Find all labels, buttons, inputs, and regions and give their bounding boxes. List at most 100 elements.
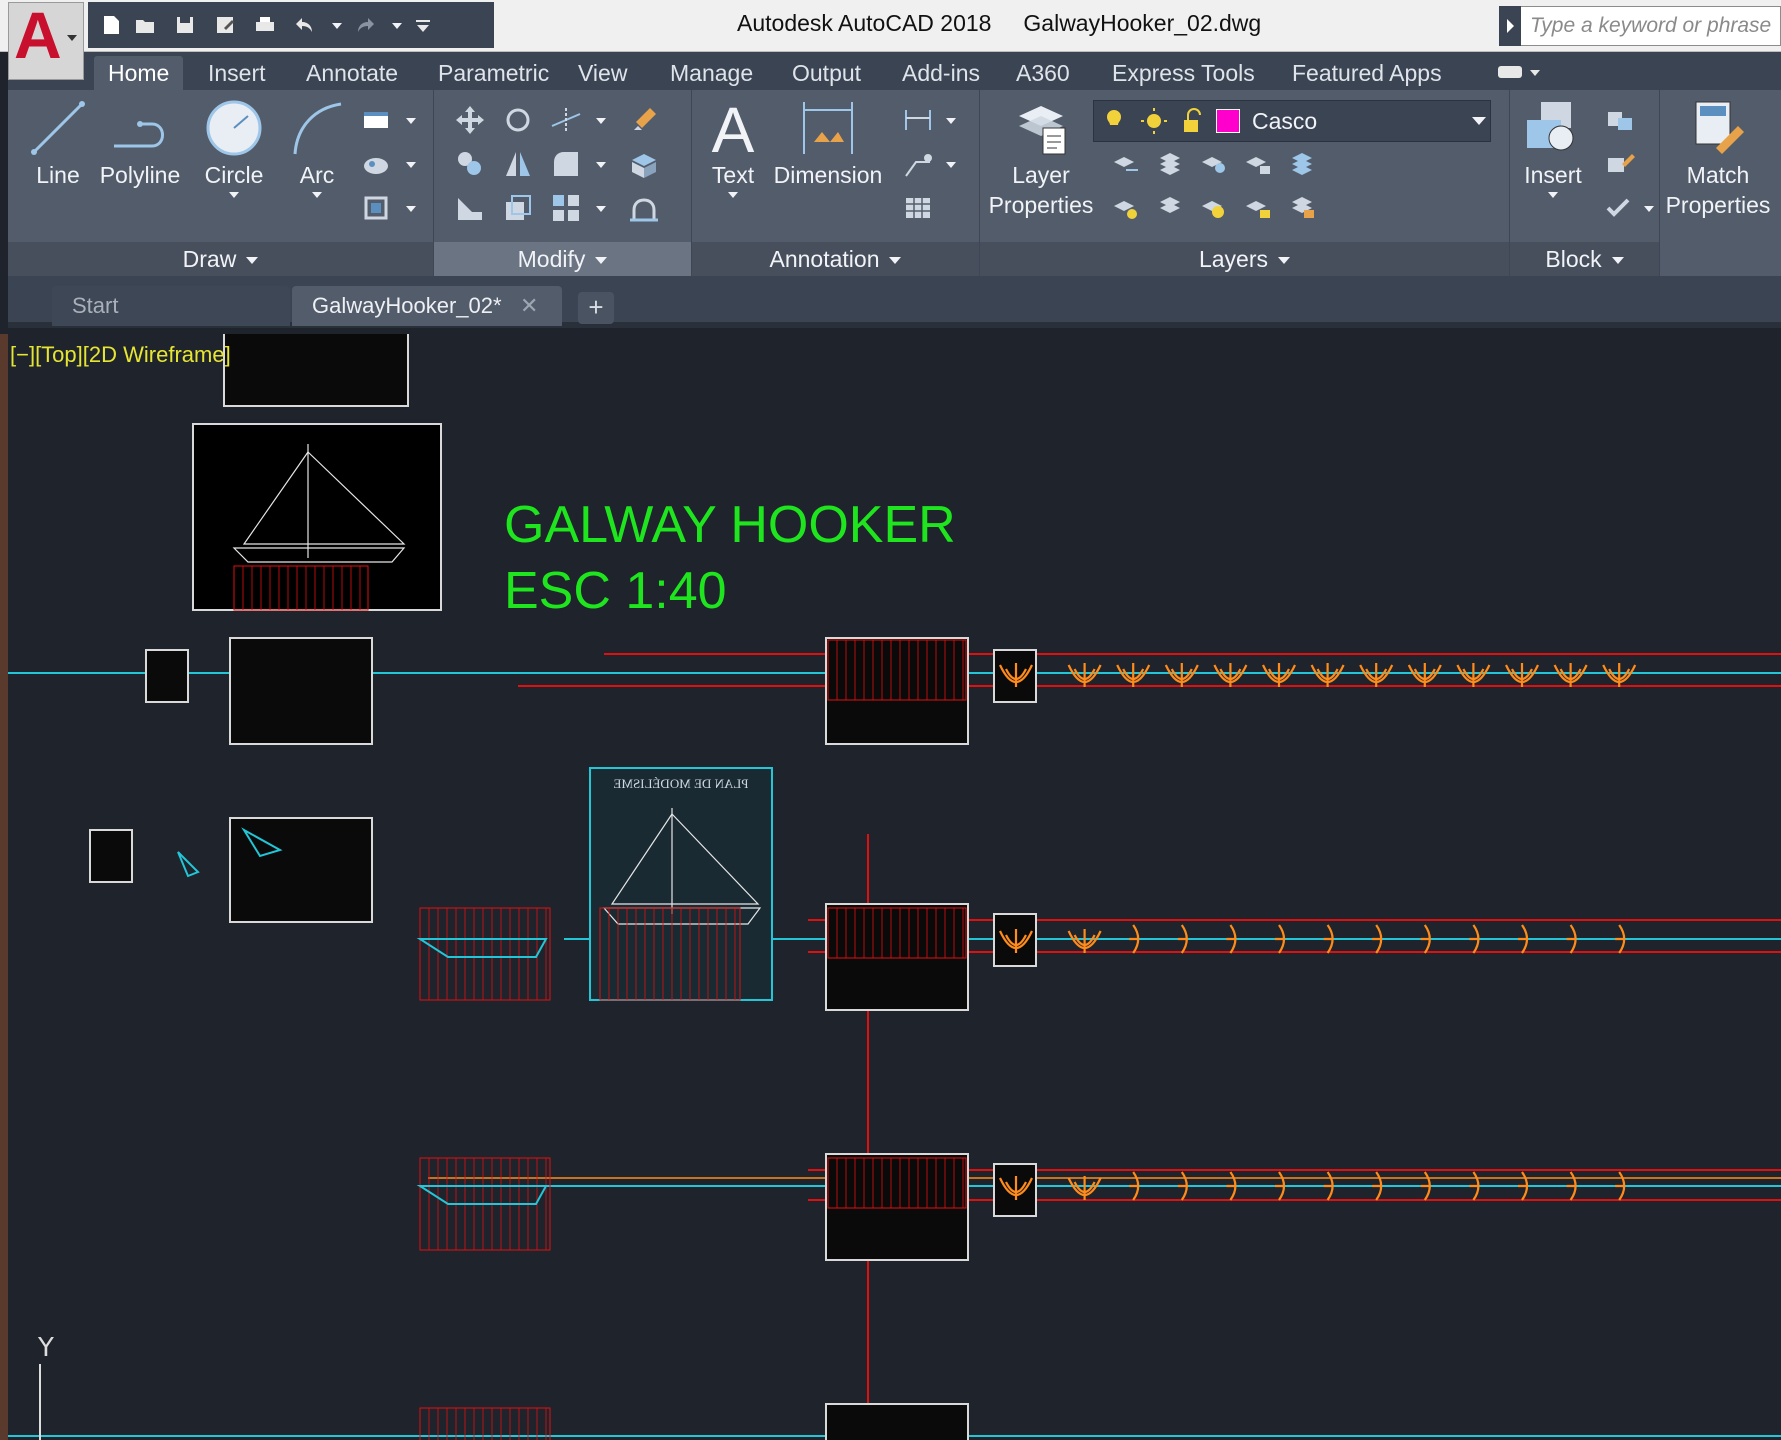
tab-featured-apps[interactable]: Featured Apps <box>1278 56 1456 90</box>
tab-add-ins[interactable]: Add-ins <box>888 56 994 90</box>
chevron-down-icon <box>889 257 902 265</box>
tab-annotate[interactable]: Annotate <box>292 56 412 90</box>
layer-walk-icon[interactable] <box>1286 192 1318 224</box>
new-tab-button[interactable]: + <box>578 292 614 324</box>
mirror-icon[interactable] <box>502 148 534 180</box>
plot-icon[interactable] <box>254 14 276 36</box>
circle-dropdown-icon[interactable] <box>229 192 239 198</box>
tab-express-tools[interactable]: Express Tools <box>1098 56 1269 90</box>
linear-dimension-dropdown-icon[interactable] <box>946 118 956 124</box>
layer-off-icon[interactable] <box>1110 148 1142 180</box>
linear-dimension-icon[interactable] <box>902 104 934 136</box>
array-icon[interactable] <box>550 192 582 224</box>
tab-parametric[interactable]: Parametric <box>424 56 563 90</box>
new-file-icon[interactable] <box>100 14 122 36</box>
ribbon-tab-bar: Home Insert Annotate Parametric View Man… <box>8 52 1781 90</box>
modify-panel-title[interactable]: Modify <box>434 242 691 276</box>
application-menu-button[interactable]: A <box>8 0 84 80</box>
draw-panel-title[interactable]: Draw <box>8 242 433 276</box>
arc-button[interactable]: Arc <box>282 96 352 198</box>
offset-icon[interactable] <box>628 192 660 224</box>
sun-icon <box>1147 114 1161 128</box>
insert-block-button[interactable]: Insert <box>1514 96 1592 198</box>
layer-unisolate-icon[interactable] <box>1154 192 1186 224</box>
ribbon-minimize-icon[interactable] <box>1496 60 1542 84</box>
line-button[interactable]: Line <box>20 96 96 190</box>
hatch-dropdown-icon[interactable] <box>406 162 416 168</box>
rectangle-dropdown-icon[interactable] <box>406 118 416 124</box>
annotation-panel: A Text Dimension Annotation <box>692 90 980 276</box>
stretch-icon[interactable] <box>454 192 486 224</box>
scale-icon[interactable] <box>502 192 534 224</box>
viewport-controls[interactable]: [−][Top][2D Wireframe] <box>10 342 231 368</box>
trim-icon[interactable] <box>550 104 582 136</box>
trim-dropdown-icon[interactable] <box>596 118 606 124</box>
arc-dropdown-icon[interactable] <box>312 192 322 198</box>
search-input[interactable] <box>1524 6 1781 46</box>
undo-dropdown-icon[interactable] <box>332 23 342 29</box>
hull-sections <box>999 663 1637 1201</box>
layer-freeze-icon[interactable] <box>1198 148 1230 180</box>
annotation-panel-title[interactable]: Annotation <box>692 242 979 276</box>
polyline-icon <box>114 121 164 148</box>
match-properties-button[interactable]: Match Properties <box>1660 96 1776 220</box>
save-icon[interactable] <box>174 14 196 36</box>
tab-view[interactable]: View <box>564 56 641 90</box>
boundary-dropdown-icon[interactable] <box>406 206 416 212</box>
tab-insert[interactable]: Insert <box>194 56 280 90</box>
array-dropdown-icon[interactable] <box>596 206 606 212</box>
erase-icon[interactable] <box>628 104 660 136</box>
search-expand-icon[interactable] <box>1499 6 1521 46</box>
edit-attributes-icon[interactable] <box>1604 192 1636 224</box>
layer-lock-icon[interactable] <box>1242 148 1274 180</box>
customize-toolbar-icon[interactable] <box>412 14 434 36</box>
table-icon[interactable] <box>902 192 934 224</box>
text-dropdown-icon[interactable] <box>728 192 738 198</box>
hatch-icon[interactable] <box>360 148 392 180</box>
leader-dropdown-icon[interactable] <box>946 162 956 168</box>
layer-isolate-icon[interactable] <box>1154 148 1186 180</box>
hull-section <box>1615 924 1626 954</box>
fillet-icon[interactable] <box>550 148 582 180</box>
layer-properties-button[interactable]: Layer Properties <box>986 96 1096 220</box>
redo-icon[interactable] <box>354 14 376 36</box>
rotate-icon[interactable] <box>502 104 534 136</box>
layers-panel-title[interactable]: Layers <box>980 242 1509 276</box>
layer-match-icon[interactable] <box>1286 148 1318 180</box>
hull-section <box>1553 663 1588 687</box>
explode-icon[interactable] <box>628 148 660 180</box>
chevron-down-icon[interactable] <box>1472 117 1486 125</box>
layer-thaw-icon[interactable] <box>1198 192 1230 224</box>
copy-icon[interactable] <box>454 148 486 180</box>
leader-icon[interactable] <box>902 148 934 180</box>
layer-on-icon[interactable] <box>1110 192 1142 224</box>
move-icon[interactable] <box>454 104 486 136</box>
hull-section <box>1420 1171 1431 1201</box>
tab-output[interactable]: Output <box>778 56 875 90</box>
edit-block-icon[interactable] <box>1604 148 1636 180</box>
save-as-icon[interactable] <box>214 14 236 36</box>
block-panel: Insert Block <box>1510 90 1660 276</box>
circle-button[interactable]: Circle <box>194 96 274 198</box>
block-panel-title[interactable]: Block <box>1510 242 1659 276</box>
rectangle-icon[interactable] <box>360 104 392 136</box>
tab-home[interactable]: Home <box>94 56 184 90</box>
hull-section <box>1323 924 1334 954</box>
start-tab[interactable]: Start <box>52 286 290 326</box>
undo-icon[interactable] <box>294 14 316 36</box>
open-folder-icon[interactable] <box>134 14 156 36</box>
create-block-icon[interactable] <box>1604 104 1636 136</box>
dimension-button[interactable]: Dimension <box>768 96 888 190</box>
insert-dropdown-icon[interactable] <box>1548 192 1558 198</box>
redo-dropdown-icon[interactable] <box>392 23 402 29</box>
hull-section <box>1067 663 1102 687</box>
boundary-icon[interactable] <box>360 192 392 224</box>
close-icon[interactable]: ✕ <box>520 286 538 326</box>
tab-manage[interactable]: Manage <box>656 56 767 90</box>
tab-a360[interactable]: A360 <box>1002 56 1084 90</box>
edit-attributes-dropdown-icon[interactable] <box>1644 206 1654 212</box>
layer-unlock-icon[interactable] <box>1242 192 1274 224</box>
fillet-dropdown-icon[interactable] <box>596 162 606 168</box>
text-button[interactable]: A Text <box>700 96 766 198</box>
polyline-button[interactable]: Polyline <box>94 96 186 190</box>
